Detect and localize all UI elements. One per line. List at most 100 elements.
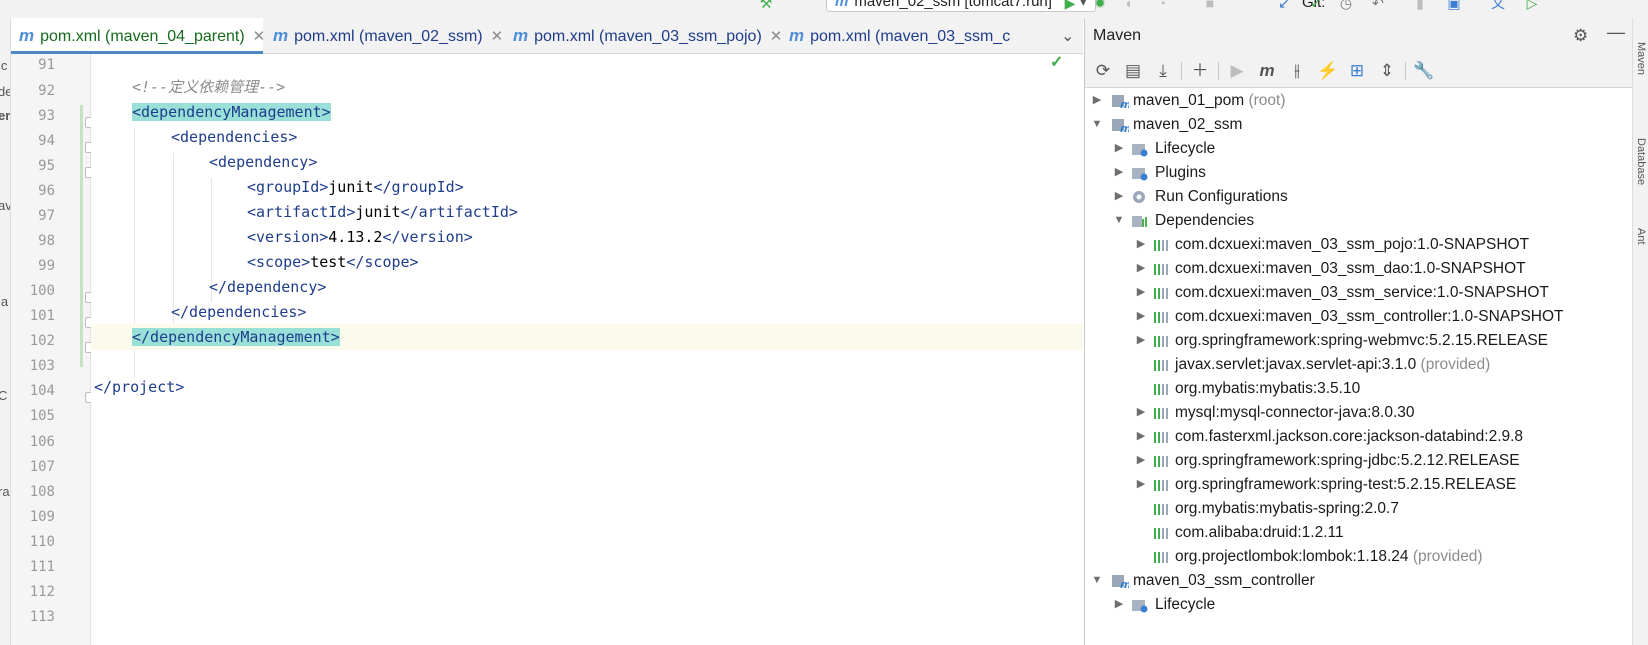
tree-item-dependency[interactable]: org.projectlombok:lombok:1.18.24 (provid… xyxy=(1085,544,1633,569)
stop-icon[interactable]: ■ xyxy=(1202,0,1218,10)
download-icon[interactable]: ⤓ xyxy=(1153,61,1173,81)
tree-item-dependency[interactable]: ▶ org.springframework:spring-jdbc:5.2.12… xyxy=(1085,448,1633,473)
line-number: 92 xyxy=(38,83,55,99)
expand-arrow-icon[interactable]: ▶ xyxy=(1135,256,1147,281)
code-line-102-current: </dependencyManagement> xyxy=(91,324,1083,350)
library-icon xyxy=(1154,360,1168,371)
tree-item-dependency[interactable]: ▶ org.springframework:spring-webmvc:5.2.… xyxy=(1085,328,1633,353)
tab-label: pom.xml (maven_04_parent) xyxy=(40,28,245,45)
coverage-icon[interactable]: ◐ xyxy=(1122,0,1138,10)
expand-arrow-icon[interactable]: ▶ xyxy=(1135,400,1147,425)
skip-tests-icon[interactable]: ⚡ xyxy=(1317,61,1338,81)
minimize-icon[interactable]: — xyxy=(1607,22,1625,43)
maven-tool-button[interactable]: Maven xyxy=(1635,42,1647,102)
svg-text:m: m xyxy=(1120,578,1129,589)
tree-item-maven-02-ssm[interactable]: ▼ m maven_02_ssm xyxy=(1085,112,1633,137)
show-dependencies-icon[interactable]: ⊞ xyxy=(1347,61,1367,81)
tab-pom-maven-02-ssm[interactable]: m pom.xml (maven_02_ssm) ✕ xyxy=(273,18,503,54)
expand-arrow-icon[interactable]: ▶ xyxy=(1135,448,1147,473)
tree-item-plugins[interactable]: ▶ Plugins xyxy=(1085,160,1633,185)
expand-arrow-icon[interactable]: ▶ xyxy=(1113,184,1125,209)
build-hammer-icon[interactable]: ⚒ xyxy=(758,0,774,10)
tree-item-dependency[interactable]: ▶ com.dcxuexi:maven_03_ssm_controller:1.… xyxy=(1085,304,1633,329)
expand-arrow-icon[interactable]: ▶ xyxy=(1135,232,1147,257)
inspection-ok-icon[interactable]: ✓ xyxy=(1050,52,1063,72)
git-update-icon[interactable]: ↙ xyxy=(1276,0,1292,10)
code-line-92: <!--定义依赖管理--> xyxy=(132,74,1083,100)
maven-project-icon: m xyxy=(1112,119,1129,133)
toolbar-separator xyxy=(1181,62,1182,80)
tree-item-dependency[interactable]: org.mybatis:mybatis:3.5.10 xyxy=(1085,376,1633,401)
run-anything-icon[interactable]: ▷ xyxy=(1524,0,1540,10)
collapse-arrow-icon[interactable]: ▼ xyxy=(1091,568,1103,593)
tree-item-lifecycle[interactable]: ▶ Lifecycle xyxy=(1085,136,1633,161)
close-icon[interactable]: ✕ xyxy=(491,28,504,45)
xml-tag: <scope> xyxy=(247,253,311,271)
tree-item-label: javax.servlet:javax.servlet-api:3.1.0 (p… xyxy=(1175,356,1491,373)
toggle-offline-icon[interactable]: ⫲ xyxy=(1287,61,1307,81)
tab-pom-maven-03-ssm-controller[interactable]: m pom.xml (maven_03_ssm_c xyxy=(789,18,1051,54)
expand-arrow-icon[interactable]: ▶ xyxy=(1113,592,1125,617)
sciview-tool-button[interactable]: Ant xyxy=(1635,228,1647,268)
debug-icon[interactable]: ✹ xyxy=(1092,0,1108,10)
expand-arrow-icon[interactable]: ▶ xyxy=(1135,472,1147,497)
expand-arrow-icon[interactable]: ▶ xyxy=(1113,136,1125,161)
expand-arrow-icon[interactable]: ▶ xyxy=(1113,160,1125,185)
tree-item-dependency[interactable]: ▶ org.springframework:spring-test:5.2.15… xyxy=(1085,472,1633,497)
gear-icon[interactable]: ⚙ xyxy=(1573,26,1588,46)
tree-item-run-configurations[interactable]: ▶ Run Configurations xyxy=(1085,184,1633,209)
expand-arrow-icon[interactable]: ▶ xyxy=(1135,304,1147,329)
library-icon xyxy=(1154,288,1168,299)
translate-icon[interactable]: 文 xyxy=(1490,0,1506,10)
code-editor[interactable]: <!--定义依赖管理--> <dependencyManagement> <de… xyxy=(91,54,1083,645)
tree-item-dependency[interactable]: ▶ com.dcxuexi:maven_03_ssm_dao:1.0-SNAPS… xyxy=(1085,256,1633,281)
profile-icon[interactable]: ◔ xyxy=(1154,0,1170,10)
xml-tag: <groupId> xyxy=(247,178,329,196)
xml-tag: <dependency> xyxy=(209,153,318,171)
run-configuration-select[interactable]: m maven_02_ssm [tomcat7:run] ▾ xyxy=(826,0,1096,12)
library-icon xyxy=(1154,504,1168,515)
tree-item-dependencies[interactable]: ▼ Dependencies xyxy=(1085,208,1633,233)
tab-pom-maven-04-parent[interactable]: m pom.xml (maven_04_parent) ✕ xyxy=(11,18,266,54)
tree-item-lifecycle[interactable]: ▶ Lifecycle xyxy=(1085,592,1633,617)
expand-arrow-icon[interactable]: ▶ xyxy=(1091,88,1103,113)
tree-item-label: com.dcxuexi:maven_03_ssm_pojo:1.0-SNAPSH… xyxy=(1175,236,1530,253)
execute-goal-icon[interactable]: m xyxy=(1257,61,1277,81)
add-icon[interactable]: ＋ xyxy=(1190,61,1210,81)
database-tool-button[interactable]: Database xyxy=(1635,138,1647,218)
git-rollback-icon[interactable]: ↶ xyxy=(1370,0,1386,10)
tab-pom-maven-03-ssm-pojo[interactable]: m pom.xml (maven_03_ssm_pojo) ✕ xyxy=(513,18,782,54)
vcs-change-marker[interactable] xyxy=(80,105,83,367)
expand-arrow-icon[interactable]: ▶ xyxy=(1135,280,1147,305)
tree-item-dependency[interactable]: com.alibaba:druid:1.2.11 xyxy=(1085,520,1633,545)
tree-item-dependency[interactable]: ▶ com.dcxuexi:maven_03_ssm_service:1.0-S… xyxy=(1085,280,1633,305)
chevron-down-icon[interactable]: ⌄ xyxy=(1061,26,1074,46)
run-icon[interactable]: ▶ xyxy=(1227,61,1247,81)
tree-item-dependency[interactable]: javax.servlet:javax.servlet-api:3.1.0 (p… xyxy=(1085,352,1633,377)
close-icon[interactable]: ✕ xyxy=(253,28,266,45)
tree-item-dependency[interactable]: ▶ com.fasterxml.jackson.core:jackson-dat… xyxy=(1085,424,1633,449)
git-history-icon[interactable]: ◷ xyxy=(1338,0,1354,10)
collapse-arrow-icon[interactable]: ▼ xyxy=(1113,208,1125,233)
search-everywhere-icon[interactable]: ▮ xyxy=(1412,0,1428,10)
project-structure-icon[interactable]: ▣ xyxy=(1446,0,1462,10)
run-icon[interactable]: ▶ xyxy=(1062,0,1078,10)
wrench-icon[interactable]: 🔧 xyxy=(1413,61,1434,81)
xml-tag: </dependency> xyxy=(209,278,327,296)
reload-icon[interactable]: ⟳ xyxy=(1093,61,1113,81)
tree-item-dependency[interactable]: ▶ com.dcxuexi:maven_03_ssm_pojo:1.0-SNAP… xyxy=(1085,232,1633,257)
tree-item-label: Lifecycle xyxy=(1155,596,1216,613)
git-commit-icon[interactable]: ✓ xyxy=(1308,0,1324,10)
collapse-arrow-icon[interactable]: ▼ xyxy=(1091,112,1103,137)
line-number: 110 xyxy=(29,534,55,550)
expand-arrow-icon[interactable]: ▶ xyxy=(1135,328,1147,353)
close-icon[interactable]: ✕ xyxy=(770,28,783,45)
collapse-all-icon[interactable]: ⇕ xyxy=(1377,61,1397,81)
tree-item-dependency[interactable]: ▶ mysql:mysql-connector-java:8.0.30 xyxy=(1085,400,1633,425)
expand-arrow-icon[interactable]: ▶ xyxy=(1135,424,1147,449)
tree-item-label: org.mybatis:mybatis-spring:2.0.7 xyxy=(1175,500,1399,517)
generate-sources-icon[interactable]: ▤ xyxy=(1123,61,1143,81)
tree-item-dependency[interactable]: org.mybatis:mybatis-spring:2.0.7 xyxy=(1085,496,1633,521)
tree-item-maven-01-pom[interactable]: ▶ m maven_01_pom (root) xyxy=(1085,88,1633,113)
tree-item-maven-03-ssm-controller[interactable]: ▼ m maven_03_ssm_controller xyxy=(1085,568,1633,593)
